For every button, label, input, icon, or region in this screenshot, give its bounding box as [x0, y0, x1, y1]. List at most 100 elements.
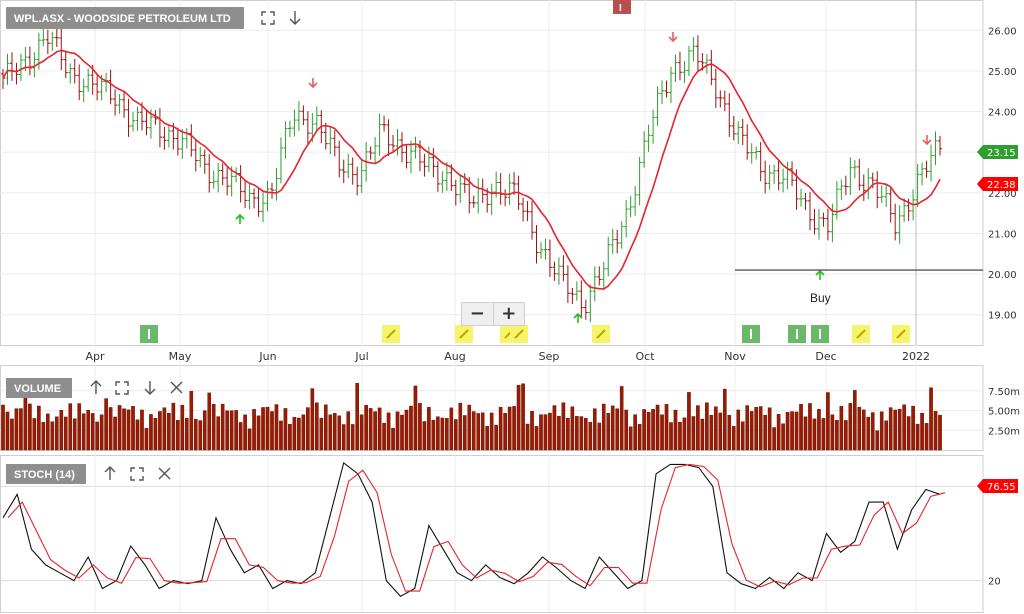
volume-bar: [297, 417, 301, 451]
panel-frame: [0, 455, 984, 613]
volume-bar: [41, 421, 46, 451]
volume-bar: [521, 383, 525, 451]
month-tick-label: Apr: [85, 350, 105, 363]
volume-bar: [633, 414, 637, 451]
volume-bar: [19, 408, 23, 451]
volume-bar: [579, 416, 584, 451]
volume-bar: [382, 422, 386, 451]
volume-bar: [494, 424, 498, 451]
volume-bar: [319, 417, 324, 451]
volume-bar: [1, 404, 5, 451]
volume-bar: [875, 430, 880, 451]
month-tick-label: Jul: [354, 350, 368, 363]
volume-bar: [391, 427, 395, 451]
volume-bar: [243, 414, 247, 451]
volume-bar: [373, 411, 377, 451]
volume-bar: [50, 421, 55, 451]
volume-bar: [265, 406, 270, 451]
volume-bar: [826, 392, 830, 451]
volume-bar: [104, 398, 108, 451]
volume-bar: [238, 422, 243, 451]
arrow-down-icon[interactable]: [289, 11, 301, 25]
volume-bar: [395, 411, 400, 451]
volume-bar: [202, 410, 207, 451]
zoom-in-button[interactable]: +: [492, 303, 525, 325]
volume-bar: [359, 414, 364, 451]
volume-bar: [144, 428, 149, 451]
volume-bar: [310, 388, 315, 451]
volume-bar: [790, 411, 794, 451]
volume-bar: [413, 385, 418, 451]
arrow-up-icon[interactable]: [104, 466, 116, 480]
close-icon[interactable]: [158, 467, 171, 480]
volume-bar: [180, 404, 185, 451]
volume-bar: [211, 403, 216, 451]
volume-bar: [664, 404, 669, 451]
volume-bar: [884, 420, 889, 451]
volume-bar: [516, 385, 521, 451]
buy-signal-arrow-icon: [815, 269, 825, 280]
zoom-control: − +: [461, 302, 525, 326]
volume-bar: [485, 425, 489, 451]
volume-bar: [933, 411, 938, 451]
top-info-marker[interactable]: [613, 0, 631, 14]
volume-bar: [332, 412, 337, 451]
volume-bar: [162, 407, 167, 451]
volume-bars: [1, 383, 942, 451]
volume-bar: [575, 416, 579, 451]
volume-bar: [440, 417, 445, 451]
arrow-up-icon[interactable]: [90, 380, 102, 394]
volume-bar: [561, 402, 566, 451]
volume-bar: [113, 416, 117, 451]
volume-bar: [436, 416, 440, 451]
arrow-down-icon[interactable]: [144, 381, 156, 395]
volume-bar: [758, 406, 763, 451]
price-tick-label: 21.00: [988, 229, 1017, 240]
price-tick-label: 26.00: [988, 26, 1017, 37]
volume-bar: [270, 411, 274, 451]
volume-bar: [534, 426, 539, 451]
month-tick-label: Aug: [444, 350, 465, 363]
volume-bar: [409, 405, 413, 451]
volume-bar: [566, 417, 570, 451]
volume-bar: [59, 410, 64, 451]
volume-bar: [225, 410, 229, 451]
volume-bar: [525, 423, 530, 451]
volume-bar: [588, 422, 593, 451]
month-tick-label: Sep: [539, 350, 560, 363]
volume-bar: [216, 416, 220, 451]
volume-bar: [279, 420, 283, 451]
top-info-marker-label: I: [619, 3, 622, 14]
volume-bar: [835, 420, 839, 451]
expand-icon[interactable]: [115, 381, 129, 395]
volume-bar: [669, 422, 673, 451]
volume-bar: [512, 406, 516, 451]
volume-bar: [498, 406, 503, 451]
volume-bar: [785, 412, 790, 451]
volume-bar: [72, 418, 77, 451]
month-tick-label: 2022: [902, 350, 930, 363]
zoom-out-button[interactable]: −: [462, 303, 493, 325]
volume-bar: [853, 390, 857, 451]
volume-bar: [552, 405, 557, 451]
volume-bar: [54, 416, 59, 451]
volume-bar: [821, 418, 826, 451]
volume-bar: [122, 408, 126, 451]
volume-bar: [158, 411, 162, 451]
expand-icon[interactable]: [130, 467, 144, 481]
volume-bar: [700, 418, 705, 451]
volume-bar: [799, 403, 803, 451]
price-tick-label: 20.00: [988, 270, 1017, 281]
volume-bar: [866, 416, 871, 451]
volume-bar: [364, 405, 368, 451]
ma-value-badge: 22.38: [977, 177, 1018, 191]
volume-bar: [198, 420, 203, 451]
volume-bar: [812, 418, 817, 451]
stochastic-lines: [2, 461, 946, 597]
volume-bar: [140, 409, 144, 451]
sell-signal-arrow-icon: [668, 32, 678, 43]
volume-bar: [539, 414, 543, 451]
volume-bar: [229, 410, 234, 451]
volume-bar: [462, 415, 467, 451]
month-tick-label: Dec: [815, 350, 836, 363]
